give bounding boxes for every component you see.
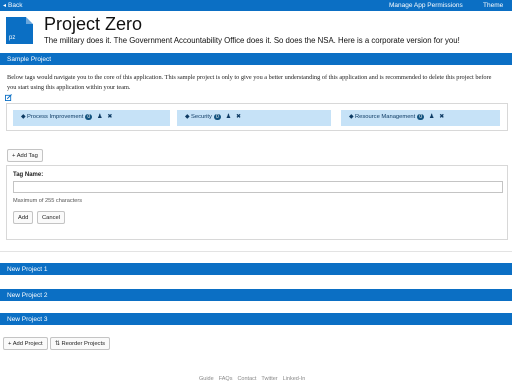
tag-count-badge: 0 xyxy=(417,114,425,120)
project-description: Below tags would navigate you to the cor… xyxy=(7,74,492,91)
footer-link-guide[interactable]: Guide xyxy=(199,376,214,382)
back-button[interactable]: ◂ Back xyxy=(3,2,22,9)
tags-panel: ◆ Process Improvement 0 ♟ ✖ ◆ Security 0 ♟ ✖ ◆ Re… xyxy=(6,103,508,131)
project-header-3[interactable]: New Project 3 xyxy=(0,313,512,325)
tag-security[interactable]: ◆ Security 0 ♟ ✖ xyxy=(177,110,331,126)
project-header-1[interactable]: New Project 1 xyxy=(0,263,512,275)
sample-project-header[interactable]: Sample Project xyxy=(0,53,512,65)
footer-link-twitter[interactable]: Twitter xyxy=(261,376,277,382)
tag-name-help: Maximum of 255 characters xyxy=(13,198,83,204)
footer-link-faqs[interactable]: FAQs xyxy=(219,376,233,382)
remove-icon[interactable]: ✖ xyxy=(236,114,241,120)
cancel-button[interactable]: Cancel xyxy=(37,211,66,224)
reorder-projects-button[interactable]: ⇅ Reorder Projects xyxy=(50,337,110,350)
footer-link-contact[interactable]: Contact xyxy=(237,376,256,382)
section-divider xyxy=(0,251,512,252)
top-navbar: ◂ Back Manage App Permissions Theme xyxy=(0,0,512,11)
chevron-left-icon: ◂ xyxy=(3,3,7,9)
tag-count-badge: 0 xyxy=(85,114,93,120)
document-fold-icon xyxy=(26,17,33,24)
add-project-label: Add Project xyxy=(12,341,43,347)
user-icon[interactable]: ♟ xyxy=(226,114,231,120)
tag-process-improvement[interactable]: ◆ Process Improvement 0 ♟ ✖ xyxy=(13,110,170,126)
tag-name-input[interactable] xyxy=(13,181,503,193)
tag-name-label: Tag Name: xyxy=(13,172,44,178)
add-tag-label: Add Tag xyxy=(16,153,38,159)
logo-text: pz xyxy=(9,35,16,41)
page-subtitle: The military does it. The Government Acc… xyxy=(44,36,460,45)
back-label: Back xyxy=(8,2,23,9)
add-button[interactable]: Add xyxy=(13,211,34,224)
tag-count-badge: 0 xyxy=(213,114,221,120)
project-logo: pz xyxy=(6,17,33,44)
tag-label: Process Improvement xyxy=(27,114,84,120)
tag-resource-management[interactable]: ◆ Resource Management 0 ♟ ✖ xyxy=(341,110,500,126)
tag-label: Security xyxy=(191,114,212,120)
add-tag-form: Tag Name: Maximum of 255 characters Add … xyxy=(6,165,508,240)
tag-label: Resource Management xyxy=(355,114,416,120)
footer-link-linkedin[interactable]: Linked-In xyxy=(283,376,306,382)
manage-permissions-link[interactable]: Manage App Permissions xyxy=(389,2,463,9)
edit-icon[interactable] xyxy=(5,94,12,101)
theme-link[interactable]: Theme xyxy=(483,2,503,9)
user-icon[interactable]: ♟ xyxy=(97,114,102,120)
project-header-2[interactable]: New Project 2 xyxy=(0,289,512,301)
reorder-projects-label: Reorder Projects xyxy=(61,341,105,347)
remove-icon[interactable]: ✖ xyxy=(439,114,444,120)
add-tag-button[interactable]: + Add Tag xyxy=(7,149,43,162)
user-icon[interactable]: ♟ xyxy=(429,114,434,120)
page-title: Project Zero xyxy=(44,14,143,34)
add-project-button[interactable]: + Add Project xyxy=(3,337,48,350)
footer: Guide FAQs Contact Twitter Linked-In xyxy=(199,376,310,382)
remove-icon[interactable]: ✖ xyxy=(107,114,112,120)
